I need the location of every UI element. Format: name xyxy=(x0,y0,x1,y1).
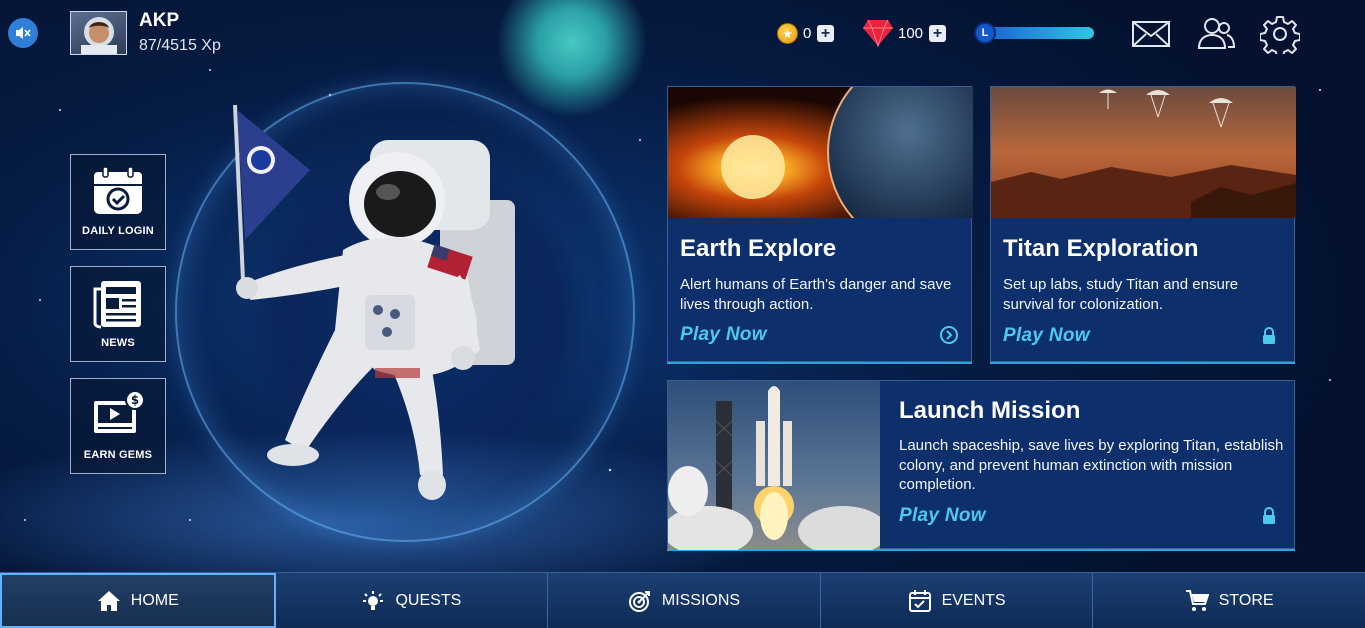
add-coins-button[interactable]: + xyxy=(817,25,834,42)
card-description: Alert humans of Earth's danger and save … xyxy=(680,276,952,313)
nav-tab-home[interactable]: HOME xyxy=(0,573,276,628)
nav-tab-label: MISSIONS xyxy=(661,591,741,609)
cart-icon xyxy=(1185,589,1209,611)
top-bar: AKP 87/4515 Xp ★ 0 + 100 + L xyxy=(0,0,1365,68)
daily-login-button[interactable]: DAILY LOGIN xyxy=(70,154,166,250)
nav-tab-missions[interactable]: MISSIONS xyxy=(548,573,821,628)
titan-exploration-card[interactable]: Titan Exploration Set up labs, study Tit… xyxy=(990,86,1296,362)
target-icon xyxy=(628,590,650,612)
nav-tab-store[interactable]: STORE xyxy=(1093,573,1365,628)
play-now-link[interactable]: Play Now xyxy=(680,324,767,346)
nav-tab-label: QUESTS xyxy=(395,591,462,609)
player-name: AKP xyxy=(139,10,180,31)
nav-tab-label: EVENTS xyxy=(941,591,1006,609)
speaker-mute-icon xyxy=(16,27,31,39)
earn-gems-button[interactable]: $ EARN GEMS xyxy=(70,378,166,474)
nav-tab-quests[interactable]: QUESTS xyxy=(276,573,549,628)
card-title: Launch Mission xyxy=(899,397,1081,424)
arrow-right-circle-icon[interactable] xyxy=(939,325,959,345)
friends-icon[interactable] xyxy=(1196,14,1236,54)
newspaper-icon xyxy=(93,281,141,329)
mute-button[interactable] xyxy=(8,18,38,48)
lock-icon xyxy=(1263,507,1275,524)
astronaut-illustration xyxy=(233,104,515,500)
coin-icon: ★ xyxy=(777,23,798,44)
coin-count: 0 xyxy=(803,25,812,42)
side-item-label: NEWS xyxy=(101,337,135,349)
lightbulb-icon xyxy=(363,590,384,610)
card-title: Earth Explore xyxy=(680,235,837,262)
sun-earth-image xyxy=(668,87,973,218)
card-title: Titan Exploration xyxy=(1003,235,1199,262)
play-now-link[interactable]: Play Now xyxy=(899,505,986,527)
news-button[interactable]: NEWS xyxy=(70,266,166,362)
calendar-icon xyxy=(908,589,931,612)
mail-icon[interactable] xyxy=(1131,14,1171,54)
player-xp: 87/4515 Xp xyxy=(139,37,221,54)
card-description: Launch spaceship, save lives by explorin… xyxy=(899,437,1284,493)
launch-mission-card[interactable]: Launch Mission Launch spaceship, save li… xyxy=(667,380,1295,550)
nav-tab-label: STORE xyxy=(1218,591,1274,609)
card-description: Set up labs, study Titan and ensure surv… xyxy=(1003,276,1239,313)
calendar-check-icon xyxy=(94,166,142,214)
earth-explore-card[interactable]: Earth Explore Alert humans of Earth's da… xyxy=(667,86,973,362)
video-reward-icon: $ xyxy=(94,390,145,433)
side-item-label: DAILY LOGIN xyxy=(82,225,154,237)
level-progress-bar xyxy=(982,27,1094,39)
nav-tab-events[interactable]: EVENTS xyxy=(821,573,1094,628)
titan-landscape-image xyxy=(991,87,1296,218)
bottom-nav: HOME QUESTS MISSIONS EVENTS STORE xyxy=(0,572,1365,628)
gear-icon[interactable] xyxy=(1260,14,1300,54)
gem-count: 100 xyxy=(898,25,924,42)
gem-icon xyxy=(863,19,893,48)
home-icon xyxy=(97,590,120,611)
nav-tab-label: HOME xyxy=(130,591,179,609)
add-gems-button[interactable]: + xyxy=(929,25,946,42)
side-item-label: EARN GEMS xyxy=(83,449,153,461)
play-now-link[interactable]: Play Now xyxy=(1003,325,1090,347)
lock-icon xyxy=(1263,327,1275,344)
level-badge: L xyxy=(974,22,996,44)
svg-text:$: $ xyxy=(131,393,139,407)
astronaut-avatar-image xyxy=(81,17,117,54)
rocket-launch-image xyxy=(668,381,880,550)
avatar[interactable] xyxy=(70,11,127,55)
